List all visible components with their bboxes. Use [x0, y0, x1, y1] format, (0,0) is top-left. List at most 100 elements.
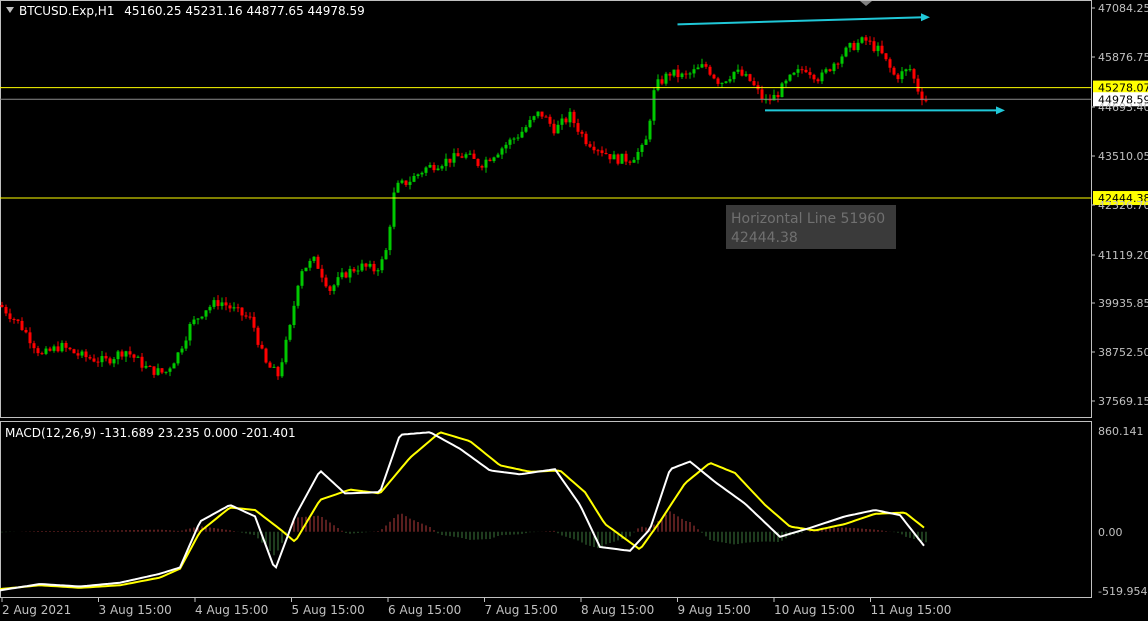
candle-body [188, 323, 192, 341]
candle-body [888, 59, 892, 68]
candle-body [880, 45, 884, 54]
candle-body [60, 342, 64, 352]
candle-body [292, 305, 296, 326]
candle-body [820, 72, 824, 82]
candle-body [44, 348, 48, 354]
candle-body [516, 137, 520, 139]
candle-body [708, 66, 712, 75]
candle-body [248, 316, 252, 318]
candle-body [520, 131, 524, 138]
candle-body [320, 268, 324, 278]
candle-body [696, 67, 700, 70]
candle-body [760, 89, 764, 100]
candle-body [128, 351, 132, 355]
macd-label: MACD(12,26,9) -131.689 23.235 0.000 -201… [5, 426, 296, 440]
candle-body [532, 116, 536, 120]
candle-body [744, 74, 748, 76]
candle-body [792, 72, 796, 75]
candle-body [388, 226, 392, 251]
candle-body [268, 362, 272, 368]
candle-body [256, 327, 260, 345]
candle-body [140, 356, 144, 368]
candle-body [304, 267, 308, 272]
candle-body [104, 356, 108, 359]
candle-body [660, 79, 664, 84]
candle-body [372, 263, 376, 272]
candle-body [732, 71, 736, 80]
chart-frames [0, 0, 1092, 598]
candle-body [464, 154, 468, 158]
candle-body [144, 365, 148, 368]
candle-body [572, 111, 576, 124]
candle-body [604, 153, 608, 155]
candle-body [240, 307, 244, 316]
trading-chart[interactable]: 45278.0742444.3844978.59 47084.25 45876.7… [0, 0, 1148, 621]
candle-body [192, 319, 196, 324]
candle-body [544, 116, 548, 118]
macd-tick-label: -519.954 [1098, 585, 1147, 598]
candle-body [536, 111, 540, 117]
candle-body [868, 40, 872, 42]
candle-body [912, 69, 916, 79]
candle-body [600, 150, 604, 154]
time-tick-label: 10 Aug 15:00 [774, 603, 855, 617]
price-tick-label: 47084.25 [1098, 2, 1148, 15]
candle-body [824, 69, 828, 73]
candle-body [648, 120, 652, 140]
macd-panel-frame [0, 421, 1092, 598]
candle-body [224, 302, 228, 306]
candle-body [440, 166, 444, 169]
symbol-label: BTCUSD.Exp,H1 [19, 4, 114, 18]
candle-body [152, 366, 156, 375]
candle-body [652, 90, 656, 121]
candle-body [100, 356, 104, 363]
candle-body [92, 358, 96, 362]
candle-body [352, 268, 356, 272]
candle-body [68, 347, 72, 350]
anchor-marker-icon [860, 1, 872, 6]
candle-body [812, 74, 816, 80]
candle-body [328, 286, 332, 291]
candle-body [860, 37, 864, 43]
candle-body [460, 156, 464, 158]
candle-body [540, 111, 544, 117]
horizontal-lines-layer[interactable]: 45278.0742444.3844978.59 [0, 80, 1148, 206]
candle-body [260, 344, 264, 349]
candle-body [380, 259, 384, 271]
candle-body [612, 154, 616, 160]
candle-body [344, 272, 348, 278]
candle-body [640, 144, 644, 152]
macd-layer [0, 431, 927, 592]
candle-body [88, 357, 92, 359]
candle-body [856, 42, 860, 51]
tooltip-value: 42444.38 [731, 230, 798, 246]
candle-body [872, 41, 876, 52]
candle-body [4, 307, 8, 314]
candle-body [84, 351, 88, 358]
time-tick-label: 5 Aug 15:00 [292, 603, 365, 617]
candle-body [528, 119, 532, 128]
candle-body [472, 153, 476, 159]
candle-body [284, 339, 288, 363]
time-tick-label: 9 Aug 15:00 [678, 603, 751, 617]
candle-body [656, 79, 660, 91]
candle-body [204, 310, 208, 317]
candle-body [616, 154, 620, 164]
candle-body [688, 73, 692, 75]
candle-body [28, 332, 32, 344]
time-tick-label: 2 Aug 2021 [2, 603, 71, 617]
candle-body [576, 123, 580, 132]
candle-body [904, 69, 908, 72]
candle-body [20, 320, 24, 330]
ohlc-values: 45160.25 45231.16 44877.65 44978.59 [124, 4, 364, 18]
candle-body [832, 63, 836, 72]
candle-body [404, 180, 408, 185]
candle-body [496, 154, 500, 158]
candle-body [704, 64, 708, 67]
candle-body [644, 139, 648, 145]
candle-body [636, 151, 640, 160]
candle-body [36, 348, 40, 354]
candle-body [444, 158, 448, 167]
candle-body [296, 285, 300, 306]
candle-body [412, 175, 416, 182]
